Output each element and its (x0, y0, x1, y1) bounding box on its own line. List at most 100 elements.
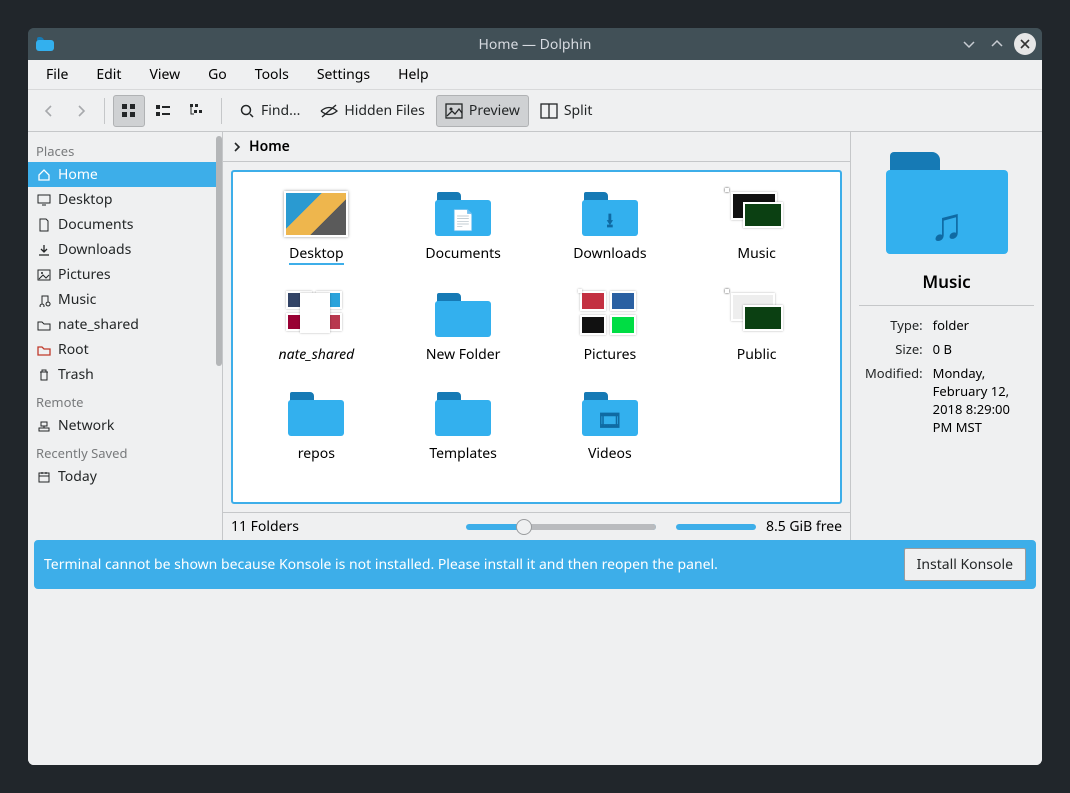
info-panel: ♫ Music Type:folderSize:0 BModified:Mond… (850, 132, 1042, 540)
item-label: repos (298, 444, 335, 463)
app-icon (36, 37, 54, 51)
menu-go[interactable]: Go (194, 61, 241, 88)
menu-view[interactable]: View (135, 61, 194, 88)
install-konsole-button[interactable]: Install Konsole (904, 548, 1026, 581)
sidebar-item-label: Music (58, 290, 96, 309)
item-label: Pictures (584, 345, 637, 364)
item-thumb (725, 289, 789, 341)
info-key: Size: (861, 338, 927, 360)
find-button[interactable]: Find... (230, 95, 309, 127)
preview-button[interactable]: Preview (436, 95, 529, 127)
window: Home — Dolphin FileEditViewGoToolsSettin… (28, 28, 1042, 765)
item-label: Music (737, 244, 775, 263)
file-item-music[interactable]: Music (687, 182, 826, 271)
sidebar-item-label: nate_shared (58, 315, 139, 334)
sidebar-item-label: Home (58, 165, 98, 184)
item-label: Desktop (289, 244, 343, 265)
free-space-bar (676, 524, 756, 530)
sidebar-item-music[interactable]: Music (28, 287, 222, 312)
info-value: Monday, February 12, 2018 8:29:00 PM MST (929, 362, 1032, 438)
view-mode-group (113, 95, 213, 127)
back-button[interactable] (34, 95, 64, 127)
info-key: Modified: (861, 362, 927, 438)
file-item-new-folder[interactable]: New Folder (394, 283, 533, 370)
chevron-right-icon (231, 141, 243, 153)
sidebar-item-network[interactable]: Network (28, 413, 222, 438)
details-view-button[interactable] (181, 95, 213, 127)
sidebar-item-label: Root (58, 340, 89, 359)
item-label: Videos (588, 444, 632, 463)
sidebar-item-downloads[interactable]: Downloads (28, 237, 222, 262)
sidebar-header: Remote (28, 387, 222, 413)
sidebar-item-label: Trash (58, 365, 94, 384)
file-item-templates[interactable]: Templates (394, 382, 533, 469)
close-icon[interactable] (1014, 33, 1036, 55)
item-label: Templates (429, 444, 497, 463)
file-item-repos[interactable]: repos (247, 382, 386, 469)
file-item-pictures[interactable]: Pictures (541, 283, 680, 370)
network-icon (36, 419, 52, 433)
sidebar-item-label: Pictures (58, 265, 111, 284)
minimize-icon[interactable] (958, 33, 980, 55)
places-sidebar: PlacesHomeDesktopDocumentsDownloadsPictu… (28, 132, 223, 540)
info-key: Type: (861, 314, 927, 336)
menu-help[interactable]: Help (384, 61, 443, 88)
file-item-desktop[interactable]: Desktop (247, 182, 386, 271)
titlebar[interactable]: Home — Dolphin (28, 28, 1042, 60)
zoom-slider[interactable] (466, 524, 656, 530)
sidebar-item-label: Desktop (58, 190, 112, 209)
music-icon (36, 293, 52, 307)
sidebar-item-label: Network (58, 416, 114, 435)
sidebar-item-label: Today (58, 467, 97, 486)
forward-button[interactable] (66, 95, 96, 127)
sidebar-item-documents[interactable]: Documents (28, 212, 222, 237)
sidebar-header: Recently Saved (28, 438, 222, 464)
file-item-videos[interactable]: 🎞Videos (541, 382, 680, 469)
sidebar-item-label: Downloads (58, 240, 131, 259)
file-item-public[interactable]: Public (687, 283, 826, 370)
hidden-files-button[interactable]: Hidden Files (311, 95, 434, 127)
sidebar-item-root[interactable]: Root (28, 337, 222, 362)
sidebar-item-desktop[interactable]: Desktop (28, 187, 222, 212)
folder-red-icon (36, 343, 52, 357)
file-item-downloads[interactable]: ⭳ Downloads (541, 182, 680, 271)
menu-tools[interactable]: Tools (241, 61, 303, 88)
item-label: Downloads (573, 244, 646, 263)
menu-file[interactable]: File (32, 61, 82, 88)
compact-view-button[interactable] (147, 95, 179, 127)
toolbar: Find... Hidden Files Preview Split (28, 90, 1042, 132)
breadcrumb[interactable]: Home (223, 132, 850, 162)
sidebar-item-nate-shared[interactable]: nate_shared (28, 312, 222, 337)
menu-settings[interactable]: Settings (303, 61, 384, 88)
preview-icon (445, 103, 463, 119)
sidebar-item-trash[interactable]: Trash (28, 362, 222, 387)
sidebar-scrollbar[interactable] (216, 136, 222, 536)
file-item-nate-shared[interactable]: nate_shared (247, 283, 386, 370)
hidden-icon (320, 103, 338, 119)
split-button[interactable]: Split (531, 95, 602, 127)
icons-view-button[interactable] (113, 95, 145, 127)
breadcrumb-current: Home (249, 137, 290, 156)
item-label: Public (737, 345, 777, 364)
doc-icon (36, 218, 52, 232)
item-thumb (431, 388, 495, 440)
sidebar-item-home[interactable]: Home (28, 162, 222, 187)
sidebar-item-pictures[interactable]: Pictures (28, 262, 222, 287)
menubar: FileEditViewGoToolsSettingsHelp (28, 60, 1042, 90)
info-title: Music (922, 270, 970, 293)
home-icon (36, 168, 52, 182)
sidebar-item-today[interactable]: Today (28, 464, 222, 489)
trash-icon (36, 368, 52, 382)
split-icon (540, 103, 558, 119)
item-thumb: ⭳ (578, 188, 642, 240)
menu-edit[interactable]: Edit (82, 61, 135, 88)
calendar-icon (36, 470, 52, 484)
file-view[interactable]: Desktop 📄Documents ⭳ Downloads Music nate_sha… (231, 170, 842, 504)
item-count: 11 Folders (231, 517, 299, 536)
item-thumb (578, 289, 642, 341)
item-thumb (725, 188, 789, 240)
window-title: Home — Dolphin (479, 35, 592, 54)
file-item-documents[interactable]: 📄Documents (394, 182, 533, 271)
item-thumb (284, 289, 348, 341)
maximize-icon[interactable] (986, 33, 1008, 55)
